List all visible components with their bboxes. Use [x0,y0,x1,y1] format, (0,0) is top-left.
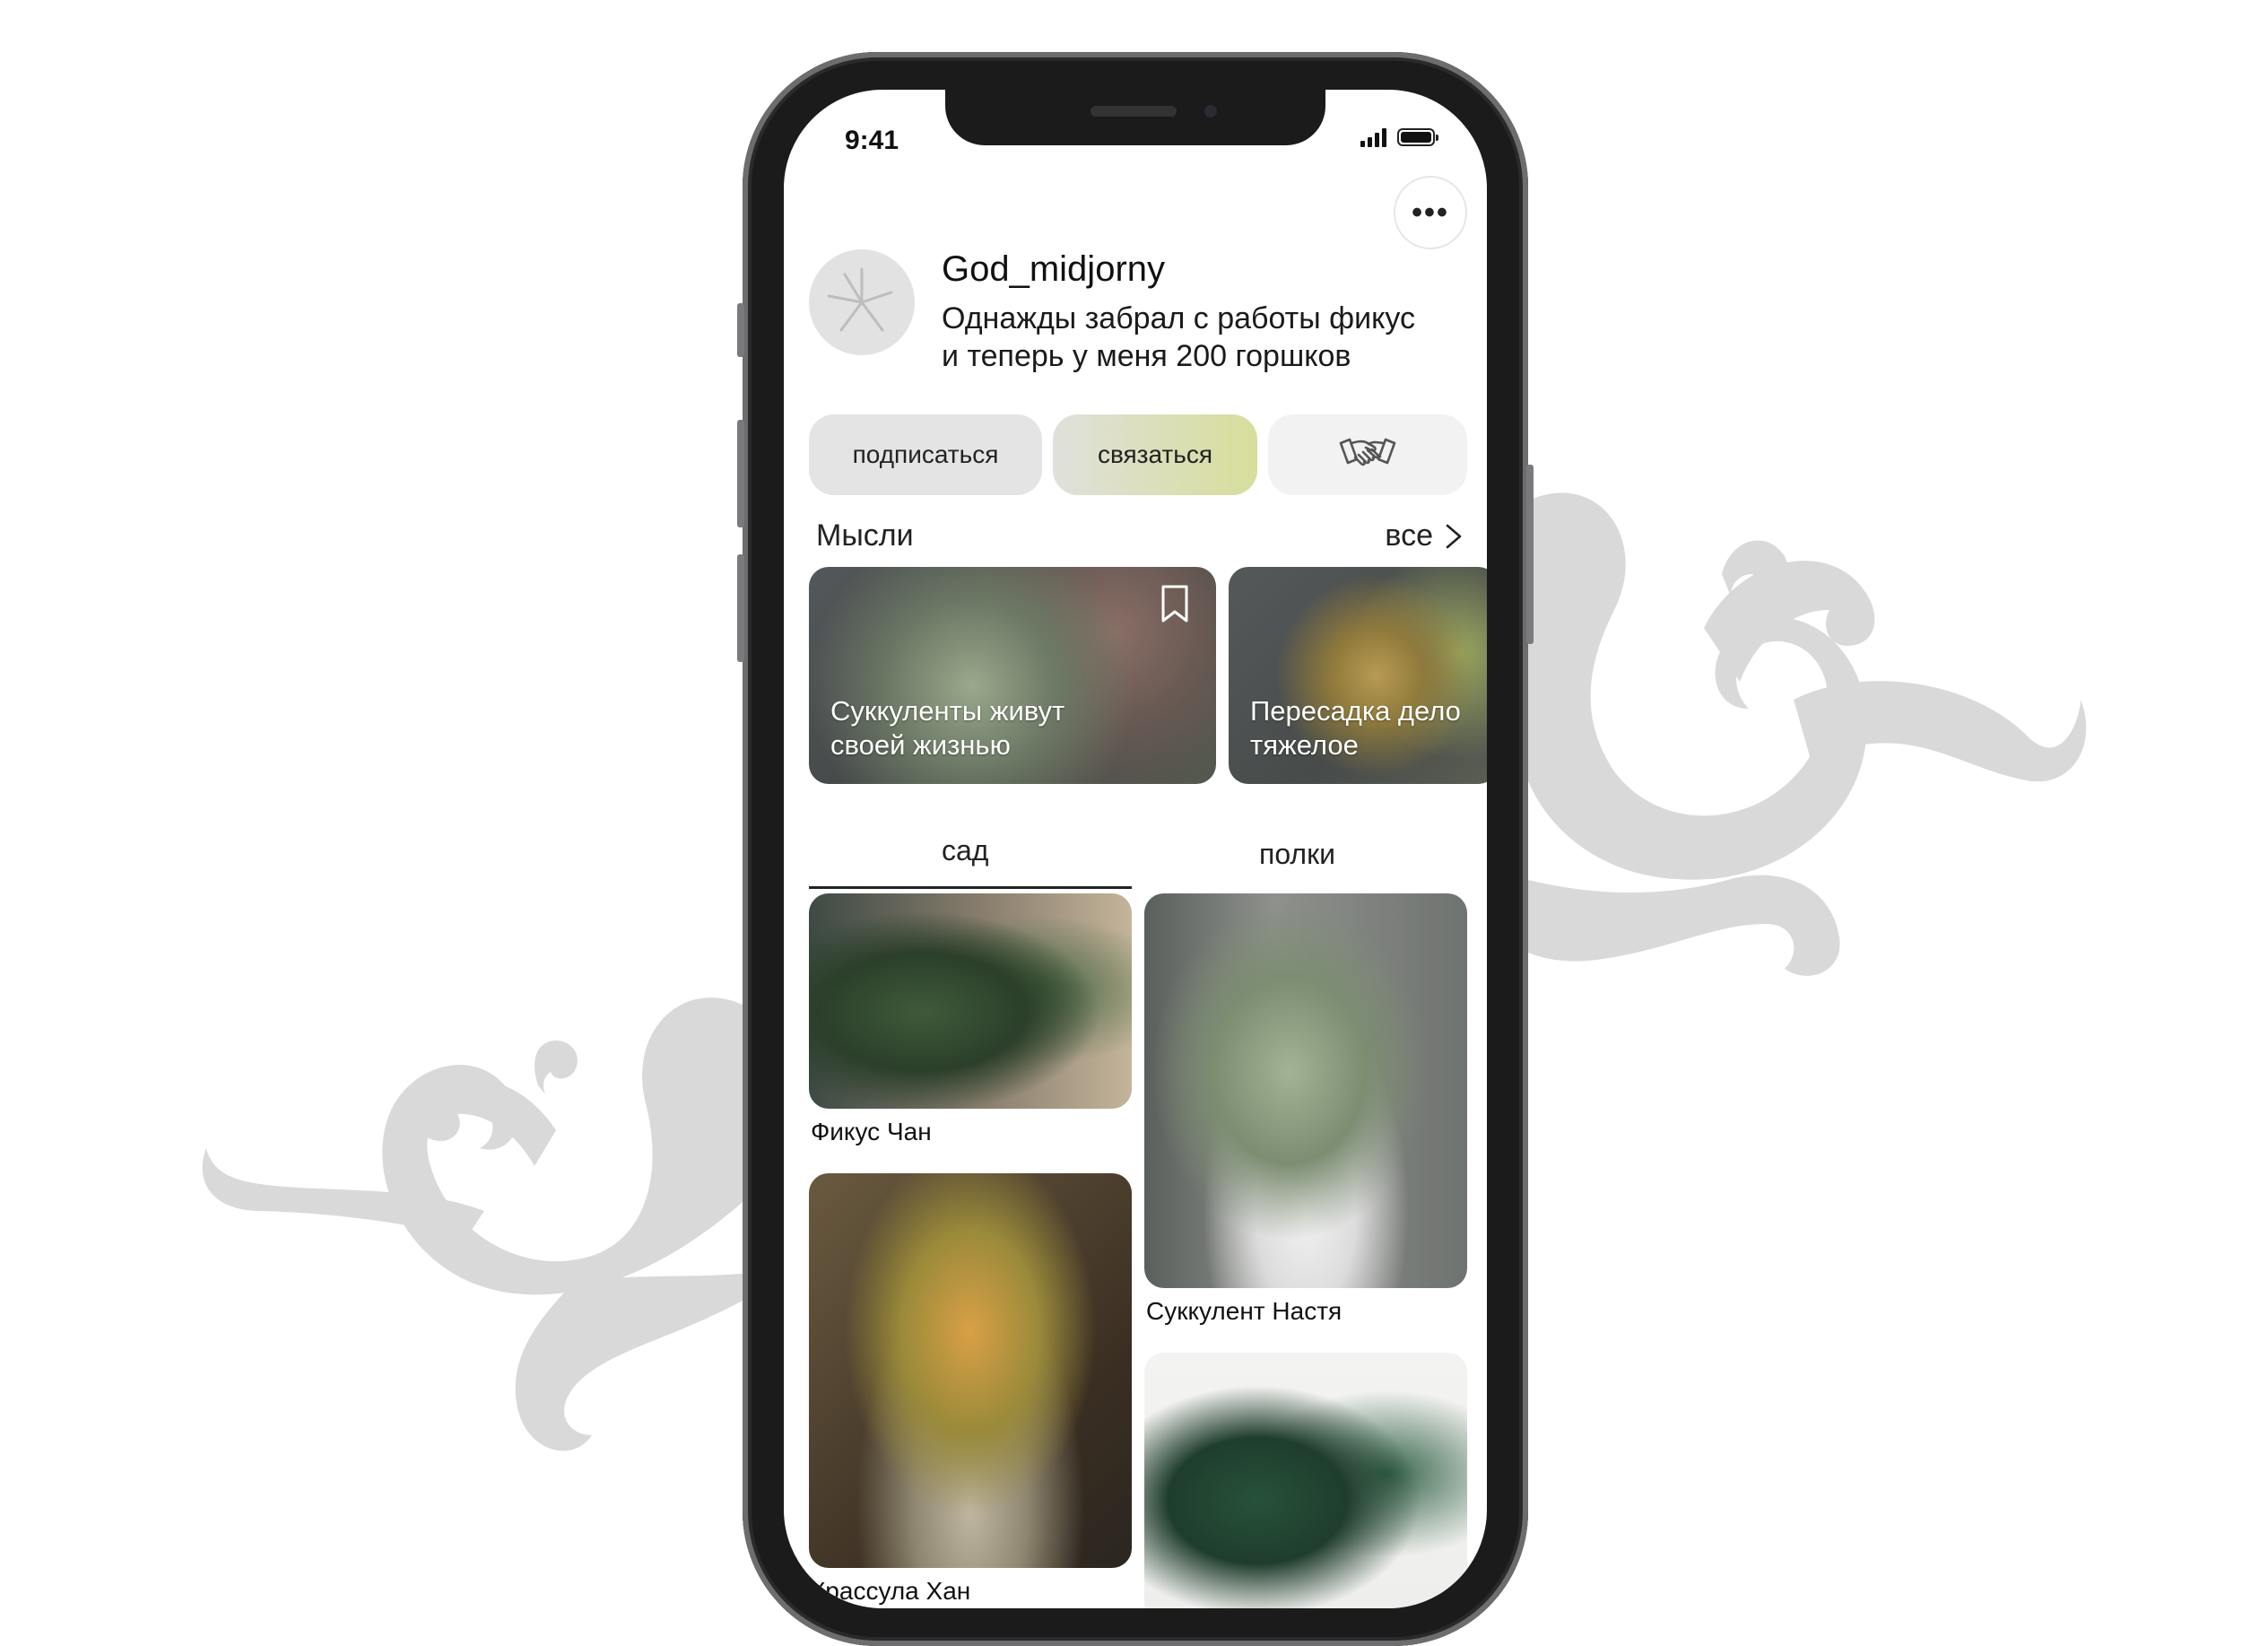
active-tab-indicator [809,886,1132,889]
app-screen: 9:41 ••• God_midjorny Однажды забрал с р… [784,90,1487,1608]
speaker [1091,106,1177,117]
plant-name: Фикус Чан [811,1118,932,1145]
thought-text: Суккуленты живут своей жизнью [830,695,1065,761]
avatar[interactable] [809,249,915,355]
handshake-icon [1339,438,1396,466]
see-all-link[interactable]: все [1385,518,1464,553]
thought-card[interactable]: Пересадка дело тяжелое [1229,567,1487,784]
status-indicators [1360,127,1438,147]
front-camera [1200,100,1221,122]
plant-photo-monstera[interactable] [1144,1353,1467,1608]
asterisk-avatar-icon [827,267,893,332]
subscribe-button[interactable]: подписаться [809,414,1042,495]
status-time: 9:41 [845,126,899,155]
plant-name: Суккулент Настя [1146,1297,1343,1325]
tab-shelves[interactable]: полки [1259,838,1335,871]
notch [945,90,1325,145]
volume-up-button [737,420,744,527]
plant-name: Крассула Хан [811,1577,971,1605]
thoughts-title: Мысли [816,518,914,553]
contact-button[interactable]: связаться [1053,414,1257,495]
signal-icon [1360,127,1386,147]
plant-photo-succulent[interactable] [1144,893,1467,1288]
see-all-label: все [1385,518,1433,553]
phone-frame: 9:41 ••• God_midjorny Однажды забрал с р… [737,52,1534,1646]
more-options-button[interactable]: ••• [1394,176,1467,249]
username: God_midjorny [942,249,1166,289]
volume-down-button [737,554,744,662]
chevron-right-icon [1446,524,1462,548]
plant-photo-crassula[interactable] [809,1173,1132,1568]
bookmark-icon[interactable] [1159,583,1191,624]
thought-card[interactable]: Суккуленты живут своей жизнью [809,567,1216,784]
battery-icon [1397,128,1438,146]
plant-photo-ficus[interactable] [809,893,1132,1109]
profile-bio: Однажды забрал с работы фикус и теперь у… [942,301,1415,373]
mute-switch [737,303,744,357]
power-button [1526,465,1534,644]
deal-button[interactable] [1268,414,1467,495]
thought-text: Пересадка дело тяжелое [1250,695,1461,761]
tab-garden[interactable]: сад [942,834,988,867]
